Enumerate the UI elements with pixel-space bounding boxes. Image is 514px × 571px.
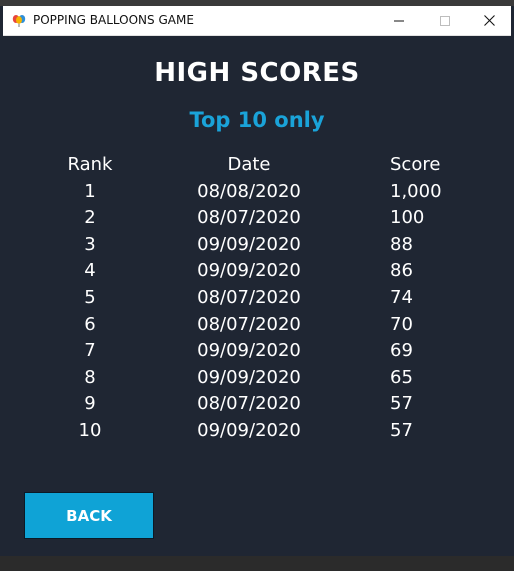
score-cell: 69	[390, 340, 413, 362]
rank-cell: 10	[78, 419, 102, 441]
minimize-button[interactable]	[376, 6, 422, 35]
date-cell: 08/08/2020	[197, 180, 301, 202]
maximize-button[interactable]	[422, 6, 468, 35]
score-cell: 57	[390, 393, 413, 415]
balloons-icon	[12, 15, 26, 27]
score-cell: 86	[390, 260, 413, 282]
window-bottom-edge	[0, 556, 514, 571]
rank-cell: 1	[84, 180, 96, 202]
rank-cell: 4	[84, 260, 96, 282]
score-cell: 88	[390, 233, 413, 255]
close-icon	[483, 15, 495, 26]
score-cell: 70	[390, 313, 413, 335]
date-cell: 08/07/2020	[197, 286, 301, 308]
column-header-score: Score	[390, 154, 441, 175]
score-cell: 1,000	[390, 180, 442, 202]
rank-cell: 9	[84, 393, 96, 415]
score-cell: 57	[390, 419, 413, 441]
date-cell: 09/09/2020	[197, 233, 301, 255]
page-title: HIGH SCORES	[154, 58, 360, 88]
date-cell: 08/07/2020	[197, 313, 301, 335]
maximize-icon	[440, 15, 450, 26]
table-row: 4 09/09/2020 86	[3, 260, 511, 287]
rank-cell: 5	[84, 286, 96, 308]
table-row: 9 08/07/2020 57	[3, 393, 511, 420]
minimize-icon	[394, 20, 404, 21]
date-cell: 09/09/2020	[197, 419, 301, 441]
table-row: 6 08/07/2020 70	[3, 314, 511, 341]
date-cell: 09/09/2020	[197, 366, 301, 388]
table-row: 10 09/09/2020 57	[3, 420, 511, 447]
date-cell: 09/09/2020	[197, 340, 301, 362]
back-button[interactable]: BACK	[24, 492, 154, 539]
window-title: POPPING BALLOONS GAME	[33, 13, 194, 27]
high-scores-panel: HIGH SCORES Top 10 only Rank Date Score …	[3, 36, 511, 556]
close-button[interactable]	[466, 6, 512, 35]
table-header-row: Rank Date Score	[3, 154, 511, 181]
date-cell: 08/07/2020	[197, 207, 301, 229]
table-row: 8 09/09/2020 65	[3, 367, 511, 394]
app-window: POPPING BALLOONS GAME HIGH SCORES Top 10…	[0, 0, 514, 571]
score-cell: 65	[390, 366, 413, 388]
table-row: 3 09/09/2020 88	[3, 234, 511, 261]
page-subtitle: Top 10 only	[189, 108, 325, 132]
table-row: 5 08/07/2020 74	[3, 287, 511, 314]
column-header-rank: Rank	[67, 154, 113, 175]
rank-cell: 7	[84, 340, 96, 362]
table-row: 1 08/08/2020 1,000	[3, 181, 511, 208]
rank-cell: 3	[84, 233, 96, 255]
score-cell: 100	[390, 207, 425, 229]
rank-cell: 8	[84, 366, 96, 388]
high-scores-table: Rank Date Score 1 08/08/2020 1,000 2 08/…	[3, 154, 511, 447]
rank-cell: 2	[84, 207, 96, 229]
date-cell: 09/09/2020	[197, 260, 301, 282]
table-row: 2 08/07/2020 100	[3, 207, 511, 234]
title-bar[interactable]: POPPING BALLOONS GAME	[3, 6, 511, 36]
column-header-date: Date	[227, 154, 271, 175]
rank-cell: 6	[84, 313, 96, 335]
score-cell: 74	[390, 286, 413, 308]
table-row: 7 09/09/2020 69	[3, 340, 511, 367]
date-cell: 08/07/2020	[197, 393, 301, 415]
